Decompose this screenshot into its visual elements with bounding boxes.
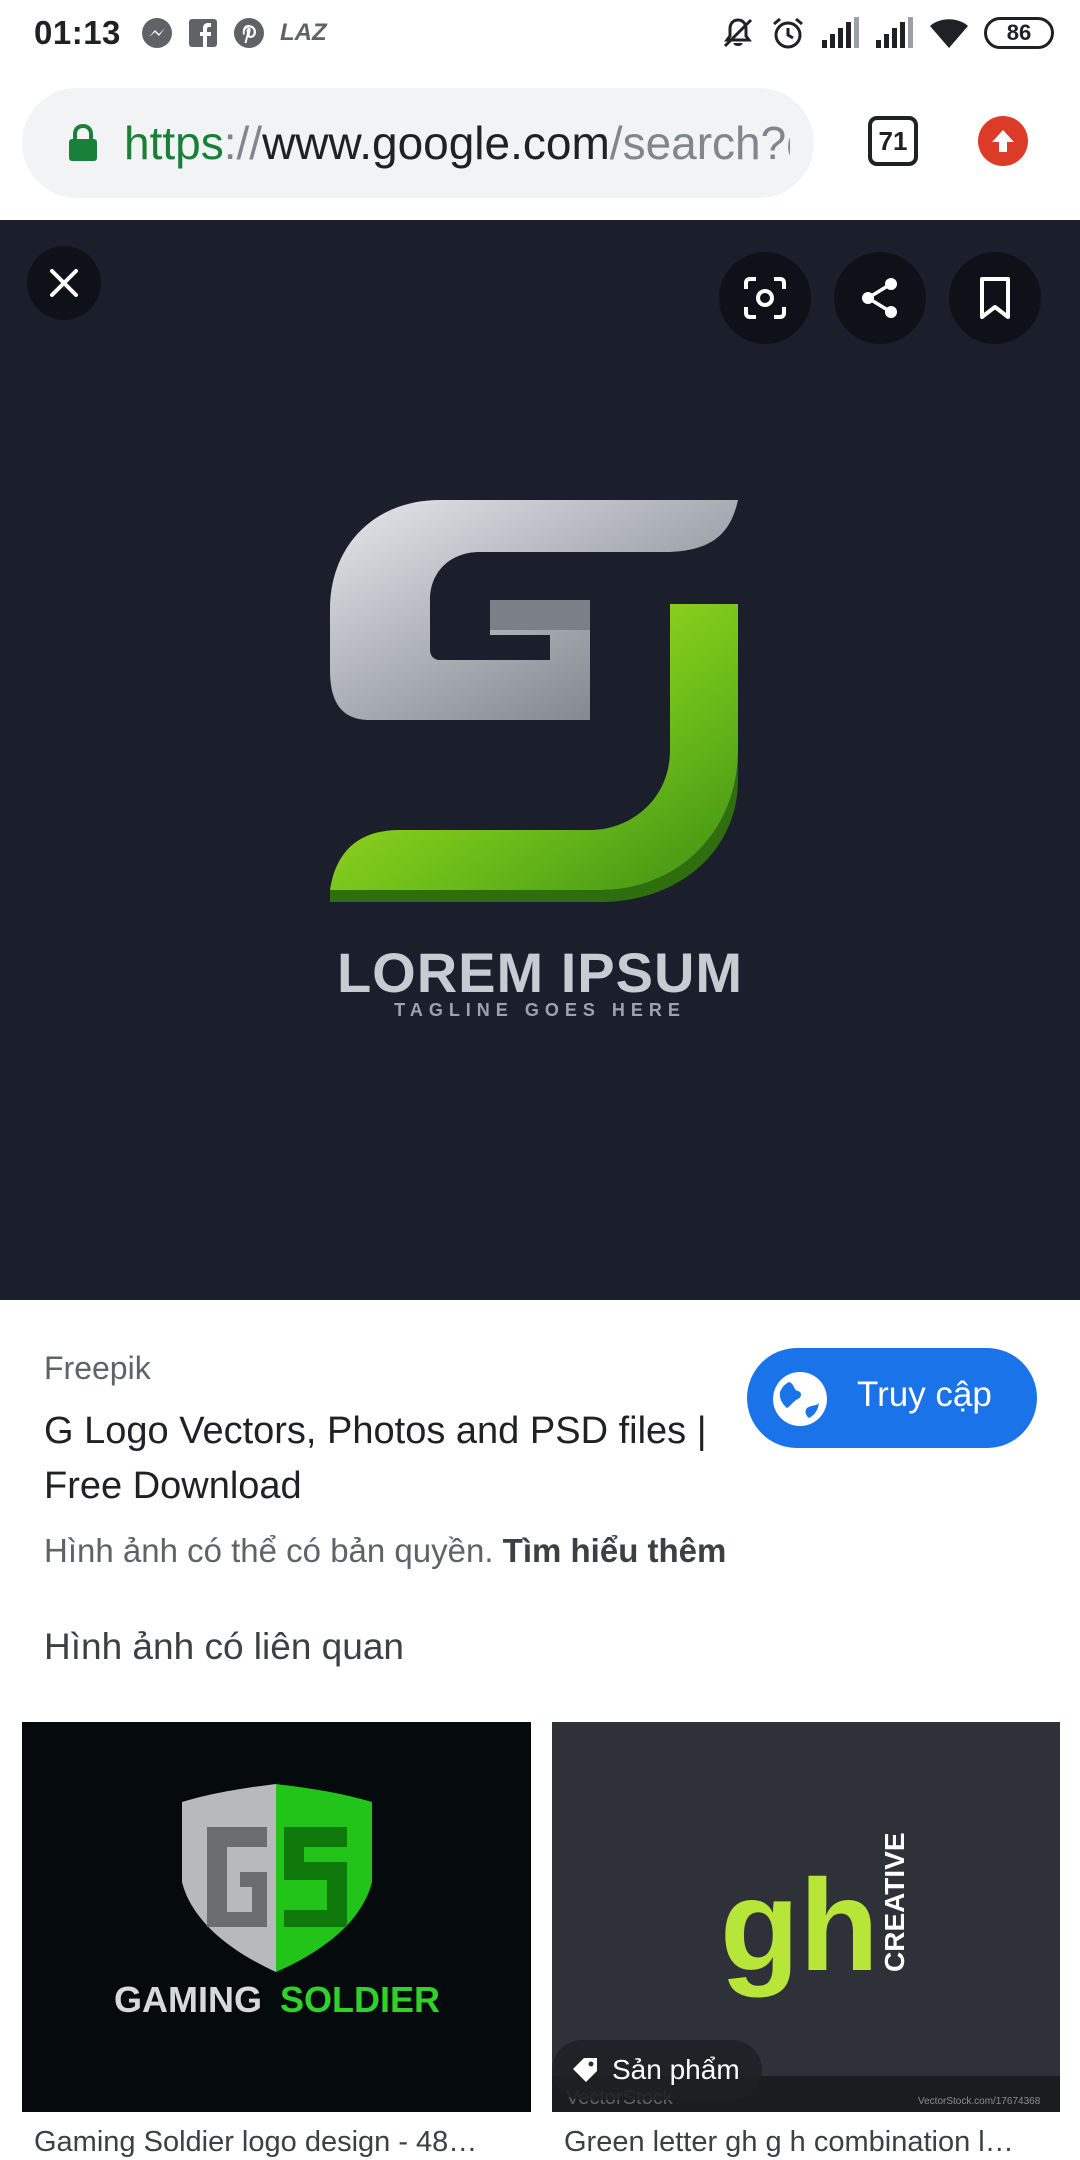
signal-icon (876, 17, 913, 48)
system-icons: 86 (720, 13, 1054, 53)
tag-icon (573, 2058, 597, 2082)
logo-tagline: TAGLINE GOES HERE (394, 1000, 686, 1020)
status-time: 01:13 (34, 14, 121, 51)
browser-toolbar: https://www.google.com/search?q 71 (0, 66, 1080, 220)
messenger-icon (142, 18, 172, 48)
gh-logo-text: gh (720, 1852, 879, 1998)
copyright-text: Hình ảnh có thể có bản quyền. (44, 1532, 494, 1569)
url-scheme: https (124, 117, 224, 169)
close-button[interactable] (27, 246, 101, 320)
lazada-icon: LAZ (280, 19, 327, 46)
status-bar: 01:13 LAZ 86 (0, 0, 1080, 66)
related-image-card[interactable]: GAMING SOLDIER Gaming Soldier logo desig… (22, 1722, 531, 2160)
lens-button[interactable] (719, 252, 811, 344)
creative-text: CREATIVE (879, 1833, 910, 1973)
wifi-icon (930, 19, 968, 48)
logo-text-gaming: GAMING (114, 1979, 262, 2020)
url-path: /search?q (609, 117, 790, 169)
lock-icon (69, 123, 97, 161)
globe-icon (773, 1372, 827, 1426)
share-button[interactable] (834, 252, 926, 344)
battery-indicator: 86 (984, 17, 1054, 49)
url-host: www.google.com (262, 117, 610, 169)
tab-switcher-button[interactable]: 71 (868, 116, 918, 166)
bookmark-icon (980, 277, 1010, 319)
related-thumbnail[interactable]: GAMING SOLDIER (22, 1722, 531, 2112)
related-image-card[interactable]: gh CREATIVE VectorStock VectorStock.com/… (552, 1722, 1060, 2160)
url-separator: :// (223, 117, 263, 169)
visit-label: Truy cập (857, 1375, 992, 1414)
preview-image: LOREM IPSUM TAGLINE GOES HERE (330, 500, 750, 1120)
learn-more-link[interactable]: Tìm hiểu thêm (503, 1532, 727, 1569)
copyright-notice: Hình ảnh có thể có bản quyền. Tìm hiểu t… (44, 1532, 726, 1570)
mute-icon (723, 18, 753, 48)
result-title[interactable]: G Logo Vectors, Photos and PSD files | F… (44, 1404, 734, 1514)
bookmark-button[interactable] (949, 252, 1041, 344)
related-thumbnail[interactable]: gh CREATIVE VectorStock VectorStock.com/… (552, 1722, 1060, 2112)
close-icon (50, 269, 78, 297)
address-bar[interactable]: https://www.google.com/search?q (22, 88, 814, 198)
arrow-up-icon (992, 130, 1014, 152)
product-badge[interactable]: Sản phẩm (552, 2040, 762, 2100)
update-button[interactable] (978, 116, 1028, 166)
pinterest-icon (234, 18, 264, 48)
image-viewer: LOREM IPSUM TAGLINE GOES HERE (0, 220, 1080, 1300)
gaming-soldier-logo: GAMING SOLDIER (114, 1784, 440, 2020)
source-name[interactable]: Freepik (44, 1350, 151, 1387)
related-images-heading: Hình ảnh có liên quan (44, 1626, 404, 1667)
watermark-url: VectorStock.com/17674368 (918, 2096, 1041, 2107)
share-icon (862, 278, 897, 318)
lens-icon (744, 277, 786, 319)
related-caption[interactable]: Gaming Soldier logo design - 48… (34, 2126, 523, 2159)
notification-icons: LAZ (140, 14, 327, 52)
result-info-panel: Freepik G Logo Vectors, Photos and PSD f… (0, 1300, 1080, 2160)
facebook-icon (189, 19, 217, 47)
product-badge-label: Sản phẩm (612, 2054, 740, 2085)
logo-text-soldier: SOLDIER (280, 1979, 440, 2020)
visit-button[interactable]: Truy cập (747, 1348, 1037, 1448)
url-text[interactable]: https://www.google.com/search?q (124, 116, 790, 170)
g-logo-graphic (330, 500, 738, 902)
alarm-icon (773, 17, 803, 49)
signal-icon (822, 17, 859, 48)
related-caption[interactable]: Green letter gh g h combination l… (564, 2126, 1052, 2159)
logo-title: LOREM IPSUM (336, 941, 744, 1004)
